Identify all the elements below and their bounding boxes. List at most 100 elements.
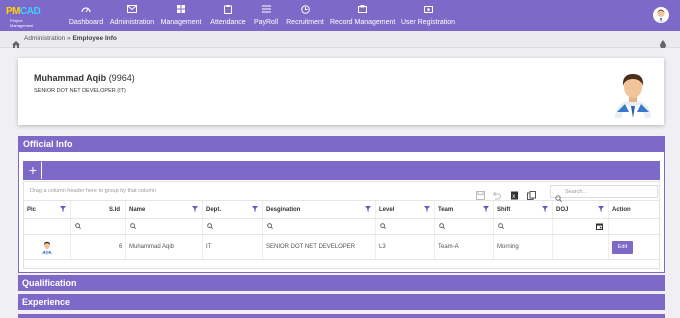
nav-label: PayRoll bbox=[253, 19, 279, 26]
add-row-button[interactable]: + bbox=[25, 162, 42, 179]
top-navbar: PMCAD Project Management Dashboard Admin… bbox=[0, 0, 680, 31]
filter-icon[interactable] bbox=[598, 206, 604, 214]
clipboard-icon bbox=[208, 5, 248, 17]
envelope-icon bbox=[109, 5, 155, 17]
col-header-pic[interactable]: Pic bbox=[24, 201, 71, 218]
filter-cell-shift[interactable] bbox=[494, 219, 553, 234]
group-panel[interactable]: Drag a column header here to group by th… bbox=[24, 182, 659, 202]
next-section-header[interactable] bbox=[18, 314, 665, 318]
cell-dept: IT bbox=[203, 235, 263, 259]
group-hint: Drag a column header here to group by th… bbox=[30, 188, 156, 194]
clock-icon bbox=[285, 5, 325, 17]
cell-name: Muhammad Aqib bbox=[126, 235, 203, 259]
cell-action: Edit bbox=[609, 235, 659, 259]
employee-profile-card: Muhammad Aqib (9964) SENIOR DOT NET DEVE… bbox=[18, 58, 664, 125]
qualification-header[interactable]: Qualification bbox=[18, 275, 665, 291]
user-add-icon bbox=[400, 5, 456, 17]
save-icon[interactable] bbox=[476, 187, 485, 200]
employee-role: SENIOR DOT NET DEVELOPER (IT) bbox=[34, 88, 126, 94]
col-header-sid[interactable]: S.Id bbox=[71, 201, 126, 218]
search-icon bbox=[439, 223, 445, 231]
column-chooser-icon[interactable] bbox=[527, 187, 536, 200]
grid-filter-row bbox=[24, 219, 659, 235]
list-icon bbox=[251, 5, 281, 17]
cell-team: Team-A bbox=[435, 235, 494, 259]
search-icon bbox=[498, 223, 504, 231]
employee-photo bbox=[611, 68, 655, 118]
nav-label: User Registration bbox=[400, 19, 456, 26]
col-header-doj[interactable]: DOJ bbox=[553, 201, 609, 218]
nav-label: Record Management bbox=[330, 19, 396, 26]
filter-cell-action bbox=[609, 219, 659, 234]
cell-designation: SENIOR DOT NET DEVELOPER bbox=[263, 235, 376, 259]
filter-icon[interactable] bbox=[483, 206, 489, 214]
cell-shift: Morning bbox=[494, 235, 553, 259]
filter-icon[interactable] bbox=[60, 206, 66, 214]
grid-header-row: Pic S.Id Name Dept. Desgination Level Te… bbox=[24, 201, 659, 219]
theme-drop-icon[interactable] bbox=[660, 35, 666, 53]
nav-label: Dashboard bbox=[68, 19, 104, 26]
search-icon bbox=[267, 223, 273, 231]
folder-icon bbox=[330, 5, 394, 17]
employee-grid: Drag a column header here to group by th… bbox=[23, 181, 660, 269]
edit-button[interactable]: Edit bbox=[612, 241, 633, 254]
col-header-level[interactable]: Level bbox=[376, 201, 435, 218]
experience-header[interactable]: Experience bbox=[18, 294, 665, 310]
col-header-shift[interactable]: Shift bbox=[494, 201, 553, 218]
nav-label: Management bbox=[160, 19, 202, 26]
col-header-team[interactable]: Team bbox=[435, 201, 494, 218]
grid-icon bbox=[160, 5, 202, 17]
filter-icon[interactable] bbox=[542, 206, 548, 214]
official-info-header[interactable]: Official Info bbox=[19, 137, 664, 152]
filter-cell-team[interactable] bbox=[435, 219, 494, 234]
nav-label: Attendance bbox=[210, 19, 246, 26]
filter-cell-sid[interactable] bbox=[71, 219, 126, 234]
user-avatar[interactable] bbox=[653, 7, 669, 23]
nav-label: Recruitment bbox=[286, 19, 324, 26]
col-header-designation[interactable]: Desgination bbox=[263, 201, 376, 218]
brand-logo[interactable]: PMCAD Project Management bbox=[6, 6, 46, 28]
filter-cell-name[interactable] bbox=[126, 219, 203, 234]
cell-doj bbox=[553, 235, 609, 259]
col-header-action: Action bbox=[612, 207, 631, 213]
breadcrumb-section[interactable]: Administration bbox=[24, 35, 65, 42]
col-header-name[interactable]: Name bbox=[126, 201, 203, 218]
cell-level: L3 bbox=[376, 235, 435, 259]
export-excel-icon[interactable]: x bbox=[510, 187, 519, 200]
employee-name: Muhammad Aqib (9964) bbox=[34, 73, 135, 83]
filter-icon[interactable] bbox=[252, 206, 258, 214]
filter-cell-designation[interactable] bbox=[263, 219, 376, 234]
cell-sid: 6 bbox=[71, 235, 126, 259]
undo-icon[interactable] bbox=[492, 187, 501, 200]
grid-toolbar: + bbox=[23, 161, 660, 180]
nav-attendance[interactable]: Attendance bbox=[208, 0, 248, 31]
filter-icon[interactable] bbox=[365, 206, 371, 214]
nav-management[interactable]: Management bbox=[160, 0, 202, 31]
search-icon bbox=[380, 223, 386, 231]
search-icon bbox=[207, 223, 213, 231]
dashboard-icon bbox=[66, 5, 106, 17]
filter-icon[interactable] bbox=[192, 206, 198, 214]
filter-cell-dept[interactable] bbox=[203, 219, 263, 234]
nav-dashboard[interactable]: Dashboard bbox=[66, 0, 106, 31]
filter-cell-level[interactable] bbox=[376, 219, 435, 234]
filter-icon[interactable] bbox=[424, 206, 430, 214]
filter-cell-doj[interactable] bbox=[553, 219, 609, 234]
nav-user-registration[interactable]: User Registration bbox=[400, 0, 456, 31]
col-header-dept[interactable]: Dept. bbox=[203, 201, 263, 218]
search-placeholder: Search... bbox=[565, 189, 588, 195]
nav-payroll[interactable]: PayRoll bbox=[251, 0, 281, 31]
home-icon[interactable] bbox=[12, 35, 20, 53]
nav-administration[interactable]: Administration bbox=[109, 0, 155, 31]
calendar-icon[interactable] bbox=[596, 223, 603, 232]
breadcrumb: Administration » Employee Info bbox=[0, 31, 680, 49]
svg-text:x: x bbox=[512, 194, 515, 200]
official-info-panel: Official Info + Drag a column header her… bbox=[18, 136, 665, 273]
employee-thumbnail bbox=[40, 240, 54, 257]
nav-recruitment[interactable]: Recruitment bbox=[285, 0, 325, 31]
table-row[interactable]: 6 Muhammad Aqib IT SENIOR DOT NET DEVELO… bbox=[24, 235, 659, 260]
nav-record-management[interactable]: Record Management bbox=[330, 0, 396, 31]
cell-pic bbox=[24, 235, 71, 259]
employee-id: (9964) bbox=[108, 73, 135, 83]
grid-search-input[interactable]: Search... bbox=[550, 185, 658, 202]
